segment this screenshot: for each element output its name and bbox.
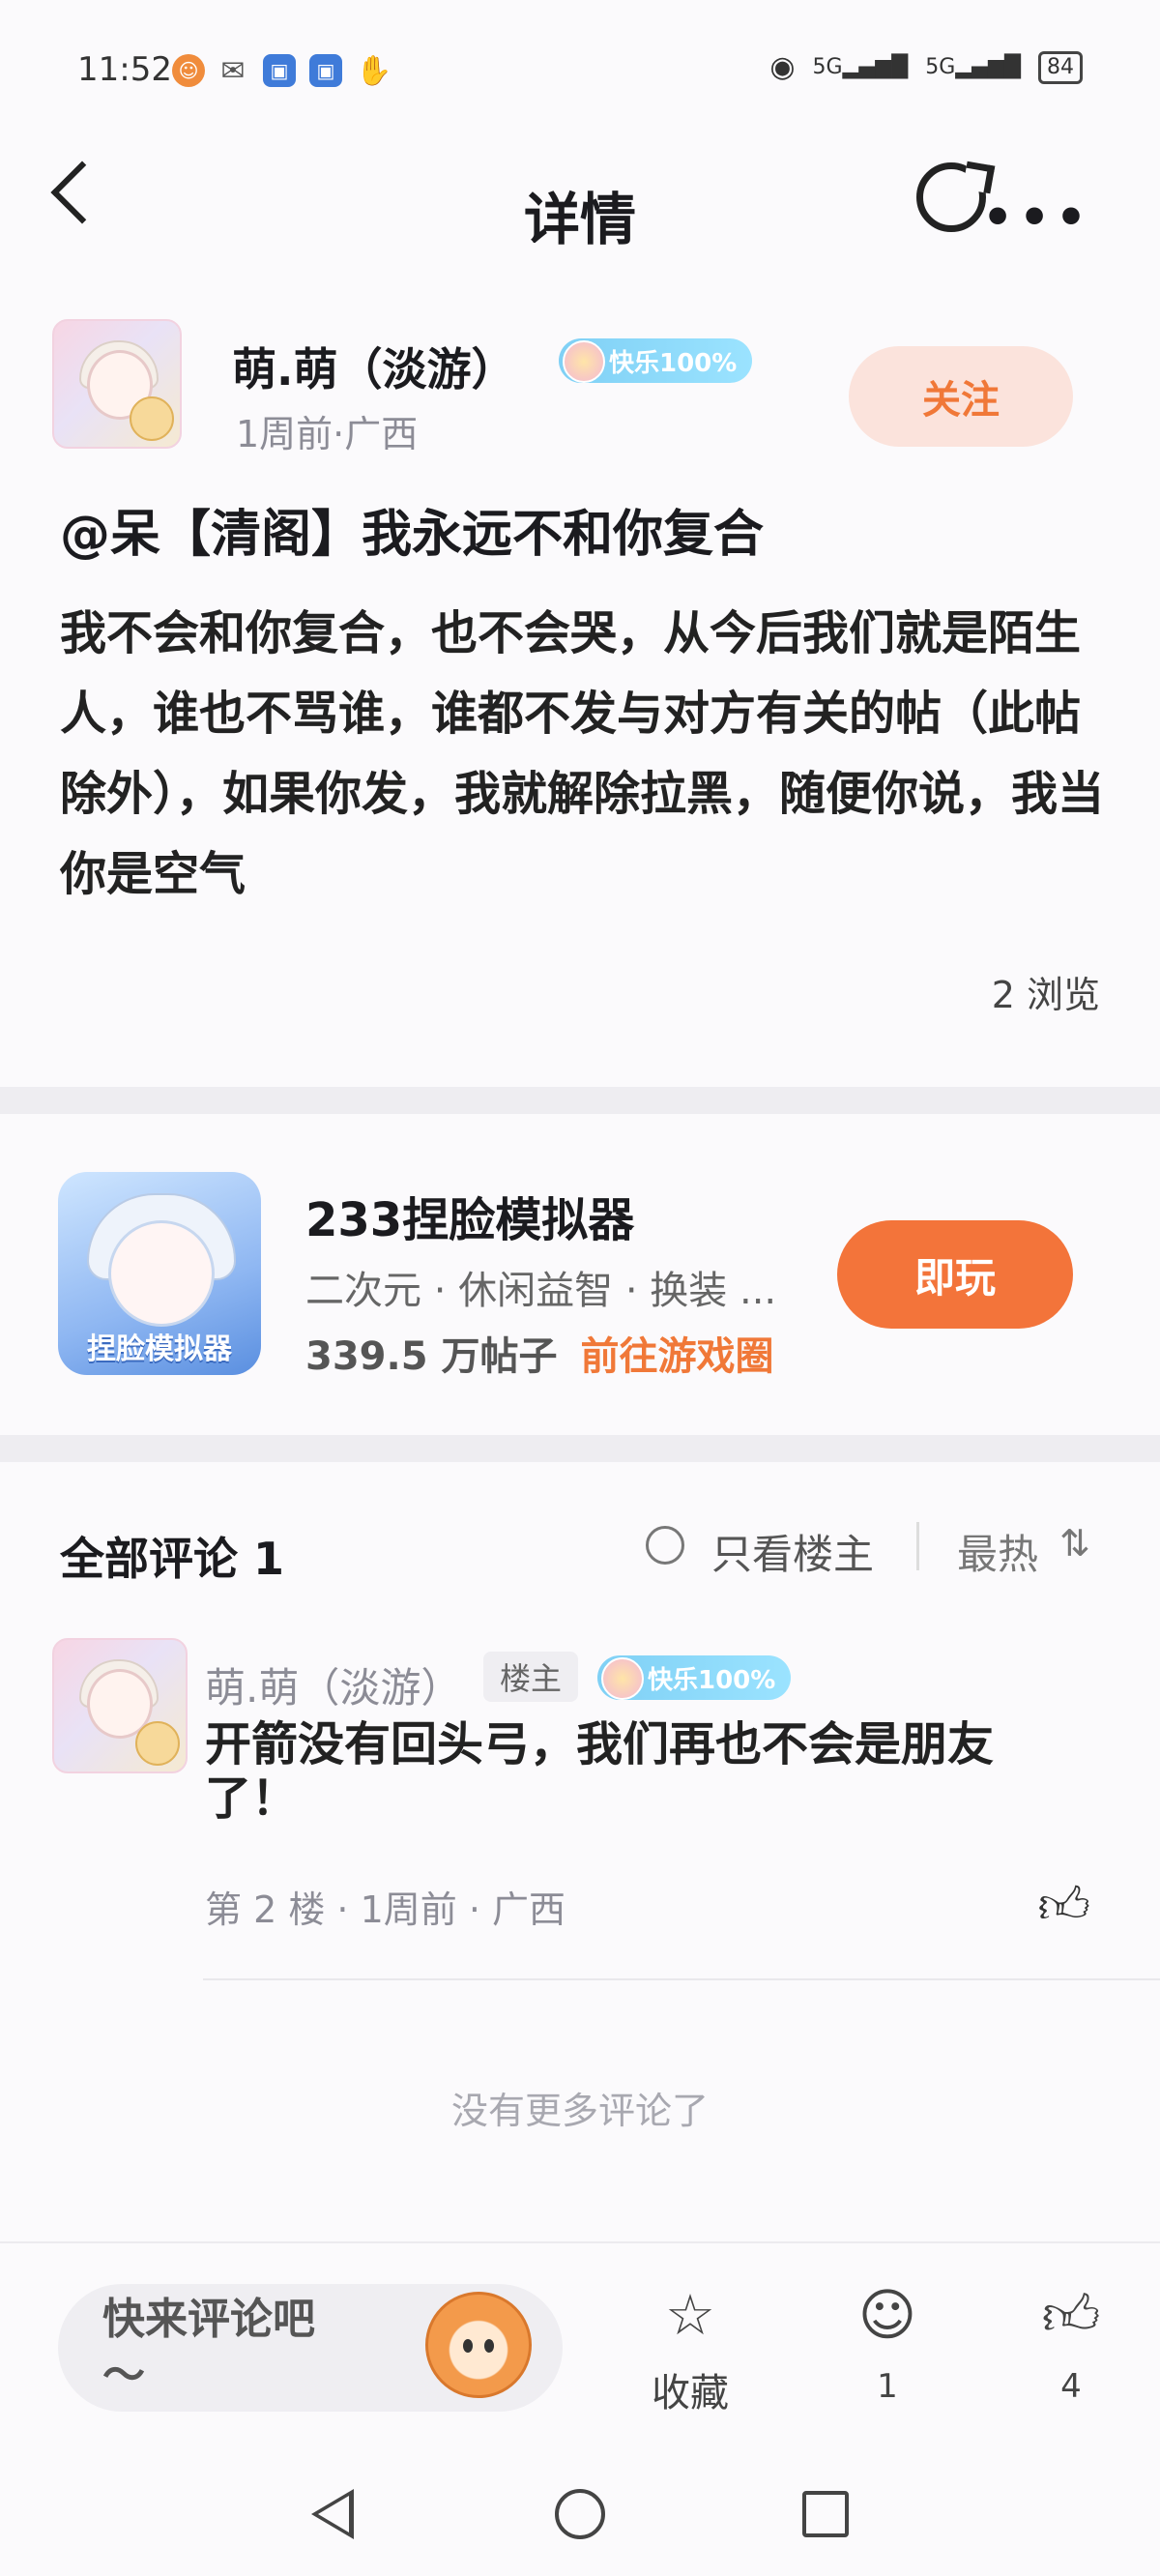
comment-icon[interactable]: ☺ [839,2282,936,2348]
section-divider [0,1435,1160,1462]
comment-avatar[interactable] [52,1638,188,1773]
comment-placeholder[interactable]: 快来评论吧～ [102,2292,354,2404]
section-divider [0,1087,1160,1114]
comment-meta: 第 2 楼 · 1周前 · 广西 [205,1888,566,1931]
share-icon[interactable] [916,162,986,232]
mascot-icon [425,2292,532,2398]
comment-text: 开箭没有回头弓，我们再也不会是朋友了！ [205,1717,995,1826]
signal-icon: 5G▂▄▆█ [925,55,1021,79]
post-body: 我不会和你复合，也不会哭，从今后我们就是陌生人，谁也不骂谁，谁都不发与对方有关的… [60,606,1105,901]
app-notification-icon: ▣ [309,54,342,87]
comment-count: 1 [877,2367,898,2406]
battery-icon: 84 [1038,50,1083,84]
only-op-radio[interactable] [646,1526,684,1565]
nav-recents-icon[interactable] [802,2491,849,2537]
comments-count: 1 [253,1533,285,1585]
author-name[interactable]: 萌.萌（淡游） [232,335,515,398]
divider [916,1522,919,1570]
comment-author[interactable]: 萌.萌（淡游） [205,1655,461,1714]
signal-icon: 5G▂▄▆█ [812,55,909,79]
follow-button[interactable]: 关注 [849,346,1073,447]
op-tag: 楼主 [483,1652,578,1702]
wechat-icon: ✉ [220,53,246,88]
game-post-count: 339.5 万帖子 [305,1334,558,1379]
only-op-label[interactable]: 只看楼主 [711,1522,874,1581]
divider [203,1978,1160,1980]
app-notification-icon: ☺ [172,54,205,87]
game-tags: 二次元 · 休闲益智 · 换装 ... [305,1269,777,1313]
game-icon[interactable]: 捏脸模拟器 [58,1172,261,1375]
game-stats: 339.5 万帖子 前往游戏圈 [305,1325,798,1381]
status-indicators: ◉ 5G▂▄▆█ 5G▂▄▆█ 84 [769,50,1083,84]
no-more-comments: 没有更多评论了 [450,2090,709,2132]
game-icon-label: 捏脸模拟器 [87,1332,232,1366]
nav-back-icon[interactable] [311,2489,354,2539]
play-button[interactable]: 即玩 [837,1220,1073,1329]
more-icon[interactable]: ••• [982,190,1092,246]
favorite-label[interactable]: 收藏 [632,2361,748,2417]
badge-emblem-icon [601,1657,644,1700]
thumbs-up-icon[interactable]: 👍︎ [1023,2282,1119,2350]
thumbs-up-icon[interactable]: 👍︎ [1038,1876,1090,1936]
avatar[interactable] [52,319,182,449]
like-count: 4 [1060,2367,1082,2406]
star-icon[interactable]: ☆ [642,2282,739,2348]
eye-icon: ◉ [769,50,796,84]
badge-label: 快乐100% [609,348,738,378]
post-title: @呆【清阁】我永远不和你复合 [60,506,765,564]
game-circle-link[interactable]: 前往游戏圈 [580,1334,773,1379]
app-notification-icon: ▣ [263,54,296,87]
badge-emblem-icon [563,340,605,383]
game-name[interactable]: 233捏脸模拟器 [305,1182,634,1249]
level-badge: 快乐100% [597,1655,792,1700]
badge-label: 快乐100% [648,1665,776,1695]
view-count: 2 浏览 [991,974,1100,1016]
sort-label[interactable]: 最热 [957,1522,1038,1581]
hand-icon: ✋ [356,53,392,88]
comments-title: 全部评论 1 [60,1533,285,1585]
status-time: 11:52 [77,50,172,89]
level-badge: 快乐100% [559,338,753,383]
post-meta: 1周前·广西 [236,413,419,455]
sort-icon[interactable]: ⇅ [1059,1522,1090,1565]
nav-home-icon[interactable] [555,2489,605,2539]
